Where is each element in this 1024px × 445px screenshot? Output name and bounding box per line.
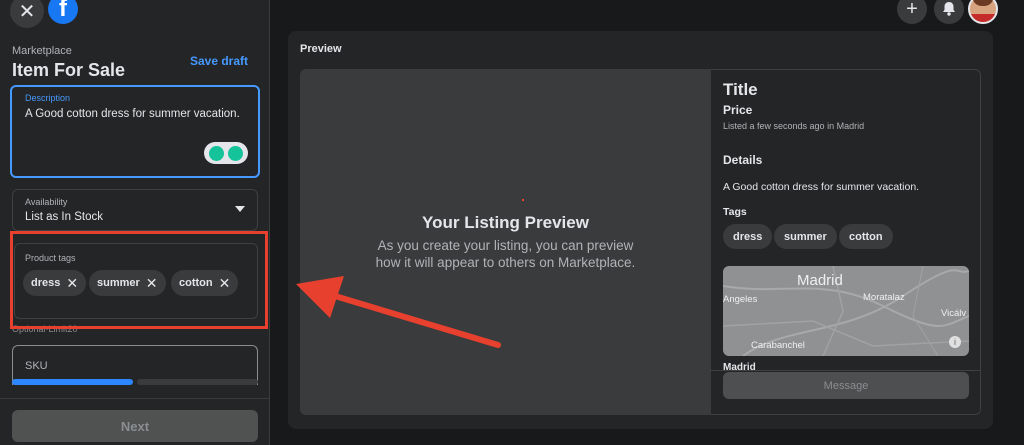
listing-timestamp: Listed a few seconds ago in Madrid — [723, 121, 865, 131]
preview-tag-chip[interactable]: summer — [774, 224, 837, 249]
listing-description: A Good cotton dress for summer vacation. — [723, 181, 920, 193]
page-title: Item For Sale — [12, 60, 126, 80]
footer-divider — [0, 398, 270, 399]
listing-details-panel: Title Price Listed a few seconds ago in … — [711, 69, 981, 415]
bell-icon — [943, 2, 955, 16]
description-label: Description — [25, 93, 71, 103]
close-button[interactable]: ✕ — [10, 0, 44, 28]
description-value[interactable]: A Good cotton dress for summer vacation. — [25, 107, 245, 122]
form-progress-bar — [12, 379, 258, 385]
location-map[interactable]: Madrid Moratalaz Angeles Vicálv Carabanc… — [723, 266, 969, 356]
map-city-label: Madrid — [797, 272, 843, 289]
listing-price: Price — [723, 103, 753, 117]
grammar-assistant-widget[interactable] — [204, 142, 248, 164]
listing-title: Title — [723, 80, 758, 99]
details-heading: Details — [723, 153, 763, 167]
annotation-highlight-box — [10, 231, 268, 329]
facebook-logo[interactable]: f — [48, 0, 78, 24]
cursor-dot — [522, 199, 524, 201]
breadcrumb[interactable]: Marketplace — [12, 45, 72, 57]
listing-image-preview: Your Listing Preview As you create your … — [300, 69, 711, 415]
preview-card: Preview Your Listing Preview As you crea… — [288, 31, 993, 429]
notifications-button[interactable] — [934, 0, 964, 24]
description-field[interactable]: Description A Good cotton dress for summ… — [10, 85, 260, 178]
avatar-shirt — [970, 14, 996, 22]
avatar-hair — [972, 0, 994, 6]
preview-section-title: Preview — [300, 43, 342, 55]
chevron-down-icon — [235, 206, 245, 212]
map-district-label: Carabanchel — [751, 340, 805, 351]
map-district-label: Vicálv — [941, 308, 967, 319]
availability-select[interactable]: Availability List as In Stock — [12, 189, 258, 231]
save-draft-link[interactable]: Save draft — [190, 54, 248, 68]
sku-label: SKU — [25, 360, 48, 372]
facebook-logo-letter: f — [59, 0, 67, 22]
create-button[interactable]: + — [897, 0, 927, 24]
grammar-bulb-icon — [209, 145, 224, 161]
preview-heading: Your Listing Preview — [422, 213, 589, 232]
availability-value: List as In Stock — [25, 211, 103, 223]
availability-label: Availability — [25, 197, 68, 207]
progress-fill — [12, 379, 133, 385]
message-button[interactable]: Message — [723, 372, 969, 399]
tags-heading: Tags — [723, 206, 747, 218]
progress-track — [137, 379, 258, 385]
preview-tag-chip[interactable]: cotton — [839, 224, 893, 249]
next-button[interactable]: Next — [12, 410, 258, 442]
map-info-icon[interactable]: i — [949, 336, 961, 348]
profile-avatar[interactable] — [968, 0, 998, 24]
listing-sidebar: ✕ f Marketplace Item For Sale Save draft… — [0, 0, 270, 445]
close-icon: ✕ — [18, 0, 36, 23]
grammar-check-icon — [228, 145, 243, 161]
map-district-label: Moratalaz — [863, 292, 905, 303]
preview-tag-chip[interactable]: dress — [723, 224, 773, 249]
preview-subtext: As you create your listing, you can prev… — [300, 237, 711, 271]
preview-subtext-line: how it will appear to others on Marketpl… — [375, 255, 636, 270]
preview-subtext-line: As you create your listing, you can prev… — [377, 238, 634, 253]
plus-icon: + — [906, 0, 918, 20]
map-district-label: Angeles — [723, 294, 758, 305]
